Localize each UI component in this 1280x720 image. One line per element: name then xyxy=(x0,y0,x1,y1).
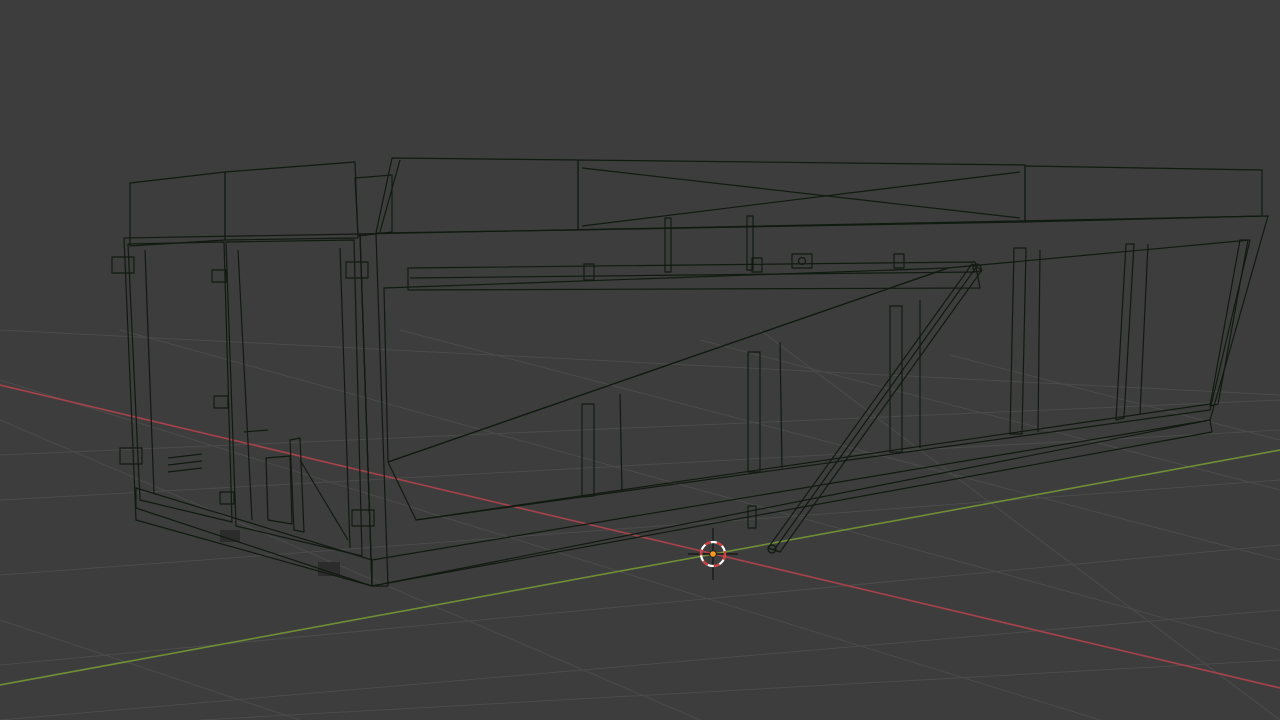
rim-board-back-left xyxy=(129,171,226,247)
door-hinge xyxy=(213,395,229,409)
container-front-face xyxy=(123,233,373,587)
side-rib xyxy=(1209,239,1249,407)
side-rib-top xyxy=(893,253,905,269)
container-foot xyxy=(220,530,240,542)
front-door-left[interactable] xyxy=(127,241,233,523)
rim-board-side-3 xyxy=(1024,165,1263,223)
door-hinge xyxy=(345,261,369,279)
floor-grid xyxy=(0,329,1280,720)
object-origin-dot xyxy=(709,550,717,558)
rim-board-back-left-2 xyxy=(224,161,359,241)
3d-viewport[interactable] xyxy=(0,0,1280,720)
door-hinge xyxy=(351,509,375,527)
rim-board-side-2 xyxy=(577,159,1026,231)
tarp-hook xyxy=(664,217,672,273)
side-rib xyxy=(1009,247,1027,435)
roll-off-container-mesh[interactable] xyxy=(111,157,1269,587)
door-hinge xyxy=(211,269,227,283)
viewport-canvas[interactable] xyxy=(0,0,1280,720)
side-rib xyxy=(581,403,595,498)
rail-bracket xyxy=(791,253,813,269)
door-hinge xyxy=(111,256,135,274)
container-side-wall xyxy=(359,215,1269,587)
side-rib xyxy=(747,351,761,473)
y-axis-line xyxy=(0,449,1280,686)
side-rib xyxy=(1115,243,1135,421)
rim-board-side-1 xyxy=(375,157,579,234)
corner-post xyxy=(359,233,389,587)
